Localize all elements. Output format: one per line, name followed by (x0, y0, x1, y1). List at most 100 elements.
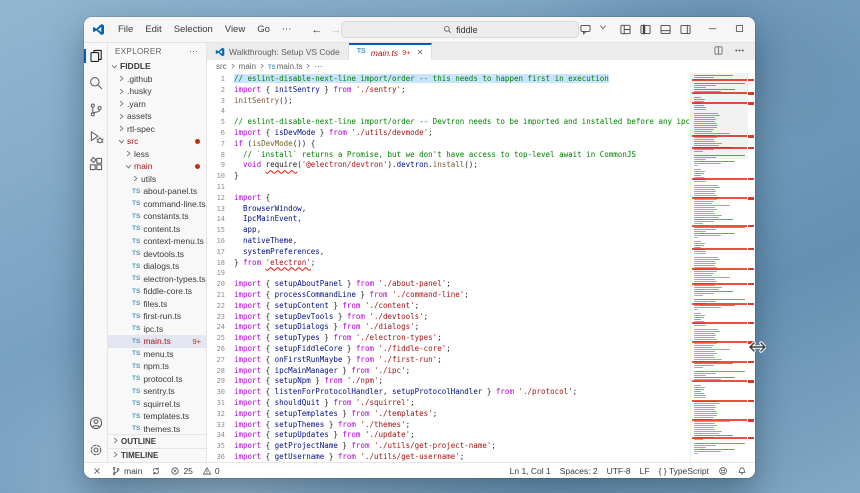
back-button[interactable]: ← (311, 24, 322, 36)
timeline-section[interactable]: TIMELINE (108, 448, 206, 462)
status-feedback-smiley-icon[interactable] (718, 466, 728, 476)
sidebar-item-dialogs-ts[interactable]: TSdialogs.ts (108, 260, 206, 273)
sidebar-item-fiddle[interactable]: FIDDLE (108, 60, 206, 73)
chevron-down-icon[interactable] (599, 23, 612, 36)
sidebar-item-constants-ts[interactable]: TSconstants.ts (108, 210, 206, 223)
toggle-panel-icon[interactable] (659, 23, 672, 36)
code-line[interactable]: 21import { processCommandLine } from './… (207, 290, 690, 301)
settings-gear-icon[interactable] (88, 442, 104, 458)
code-line[interactable]: 24import { setupDialogs } from './dialog… (207, 322, 690, 333)
code-line[interactable]: 15 app, (207, 225, 690, 236)
status-ln-1-col-1[interactable]: Ln 1, Col 1 (510, 466, 551, 476)
sidebar-item-less[interactable]: less (108, 148, 206, 161)
breadcrumb-item-more[interactable]: ⋯ (314, 62, 322, 71)
code-line[interactable]: 25import { setupTypes } from './electron… (207, 333, 690, 344)
code-line[interactable]: 22import { setupContent } from './conten… (207, 301, 690, 312)
code-line[interactable]: 2import { initSentry } from './sentry'; (207, 85, 690, 96)
code-line[interactable]: 10} (207, 171, 690, 182)
sidebar-item-src[interactable]: src (108, 135, 206, 148)
command-center-search[interactable]: fiddle (341, 21, 579, 38)
sidebar-item-templates-ts[interactable]: TStemplates.ts (108, 410, 206, 423)
run-debug-icon[interactable] (88, 129, 104, 145)
menu-selection[interactable]: Selection (168, 22, 219, 37)
sidebar-item-themes-ts[interactable]: TSthemes.ts (108, 423, 206, 435)
accounts-icon[interactable] (88, 415, 104, 431)
code-line[interactable]: 19 (207, 268, 690, 279)
search-icon[interactable] (88, 75, 104, 91)
status-spaces-2[interactable]: Spaces: 2 (560, 466, 598, 476)
maximize-icon[interactable] (734, 23, 747, 36)
source-control-icon[interactable] (88, 102, 104, 118)
code-line[interactable]: 12import { (207, 193, 690, 204)
code-line[interactable]: 1// eslint-disable-next-line import/orde… (207, 74, 690, 85)
sidebar-item-files-ts[interactable]: TSfiles.ts (108, 298, 206, 311)
code-line[interactable]: 18} from 'electron'; (207, 258, 690, 269)
sidebar-item-content-ts[interactable]: TScontent.ts (108, 223, 206, 236)
sidebar-item-github[interactable]: .github (108, 73, 206, 86)
code-line[interactable]: 5// eslint-disable-next-line import/orde… (207, 117, 690, 128)
code-line[interactable]: 8 // `install` returns a Promise, but we… (207, 150, 690, 161)
sidebar-item-main-ts[interactable]: TSmain.ts9+ (108, 335, 206, 348)
forward-button[interactable]: → (330, 24, 341, 36)
outline-section[interactable]: OUTLINE (108, 434, 206, 448)
code-line[interactable]: 23import { setupDevTools } from './devto… (207, 312, 690, 323)
code-line[interactable]: 16 nativeTheme, (207, 236, 690, 247)
close-tab-icon[interactable]: ✕ (417, 48, 424, 57)
sidebar-item-devtools-ts[interactable]: TSdevtools.ts (108, 248, 206, 261)
code-line[interactable]: 35import { getProjectName } from './util… (207, 441, 690, 452)
sidebar-more-actions[interactable]: ⋯ (189, 46, 199, 57)
code-line[interactable]: 30import { listenForProtocolHandler, set… (207, 387, 690, 398)
status-error-icon[interactable]: 25 (170, 466, 192, 476)
code-editor[interactable]: 1// eslint-disable-next-line import/orde… (207, 73, 690, 462)
code-line[interactable]: 11 (207, 182, 690, 193)
sidebar-item-ipc-ts[interactable]: TSipc.ts (108, 323, 206, 336)
code-line[interactable]: 29import { setupNpm } from './npm'; (207, 376, 690, 387)
code-line[interactable]: 32import { setupTemplates } from './temp… (207, 409, 690, 420)
menu-more[interactable]: ⋯ (276, 22, 298, 37)
code-line[interactable]: 20import { setupAboutPanel } from './abo… (207, 279, 690, 290)
code-line[interactable]: 7if (isDevMode()) { (207, 139, 690, 150)
extensions-icon[interactable] (88, 156, 104, 172)
code-line[interactable]: 28import { ipcMainManager } from './ipc'… (207, 366, 690, 377)
sidebar-item-first-run-ts[interactable]: TSfirst-run.ts (108, 310, 206, 323)
menu-file[interactable]: File (112, 22, 139, 37)
more-actions-icon[interactable] (734, 45, 747, 58)
sidebar-item-fiddle-core-ts[interactable]: TSfiddle-core.ts (108, 285, 206, 298)
code-line[interactable]: 3initSentry(); (207, 96, 690, 107)
chat-icon[interactable] (579, 23, 592, 36)
sidebar-item-protocol-ts[interactable]: TSprotocol.ts (108, 373, 206, 386)
toggle-primary-sidebar-icon[interactable] (639, 23, 652, 36)
code-line[interactable]: 17 systemPreferences, (207, 247, 690, 258)
sidebar-item-context-menu-ts[interactable]: TScontext-menu.ts (108, 235, 206, 248)
sidebar-item-electron-types-ts[interactable]: TSelectron-types.ts (108, 273, 206, 286)
status-typescript[interactable]: { } TypeScript (659, 466, 709, 476)
sidebar-item-command-line-ts[interactable]: TScommand-line.ts (108, 198, 206, 211)
minimap-slider[interactable] (691, 73, 748, 159)
minimize-icon[interactable] (707, 23, 720, 36)
code-line[interactable]: 36import { getUsername } from './utils/g… (207, 452, 690, 462)
status-lf[interactable]: LF (640, 466, 650, 476)
menu-view[interactable]: View (219, 22, 251, 37)
code-line[interactable]: 34import { setupUpdates } from './update… (207, 430, 690, 441)
code-line[interactable]: 13 BrowserWindow, (207, 204, 690, 215)
code-line[interactable]: 31import { shouldQuit } from './squirrel… (207, 398, 690, 409)
menu-go[interactable]: Go (251, 22, 276, 37)
breadcrumb-item-src[interactable]: src (216, 62, 227, 71)
sidebar-item-rtl-spec[interactable]: rtl-spec (108, 123, 206, 136)
status-remote-icon[interactable] (92, 466, 102, 476)
tab-walkthrough-setup-vs-code[interactable]: Walkthrough: Setup VS Code (207, 43, 349, 60)
sidebar-item-sentry-ts[interactable]: TSsentry.ts (108, 385, 206, 398)
layout-customize-icon[interactable] (619, 23, 632, 36)
code-line[interactable]: 33import { setupThemes } from './themes'… (207, 420, 690, 431)
minimap[interactable] (690, 73, 748, 462)
explorer-files-icon[interactable] (88, 48, 104, 64)
sidebar-item-npm-ts[interactable]: TSnpm.ts (108, 360, 206, 373)
status-branch-icon[interactable]: main (111, 466, 142, 476)
split-editor-icon[interactable] (713, 45, 726, 58)
breadcrumb-item-main-ts[interactable]: TSmain.ts (268, 62, 302, 71)
sidebar-item-husky[interactable]: .husky (108, 85, 206, 98)
sidebar-item-squirrel-ts[interactable]: TSsquirrel.ts (108, 398, 206, 411)
sidebar-item-yarn[interactable]: .yarn (108, 98, 206, 111)
code-line[interactable]: 27import { onFirstRunMaybe } from './fir… (207, 355, 690, 366)
code-line[interactable]: 6import { isDevMode } from './utils/devm… (207, 128, 690, 139)
